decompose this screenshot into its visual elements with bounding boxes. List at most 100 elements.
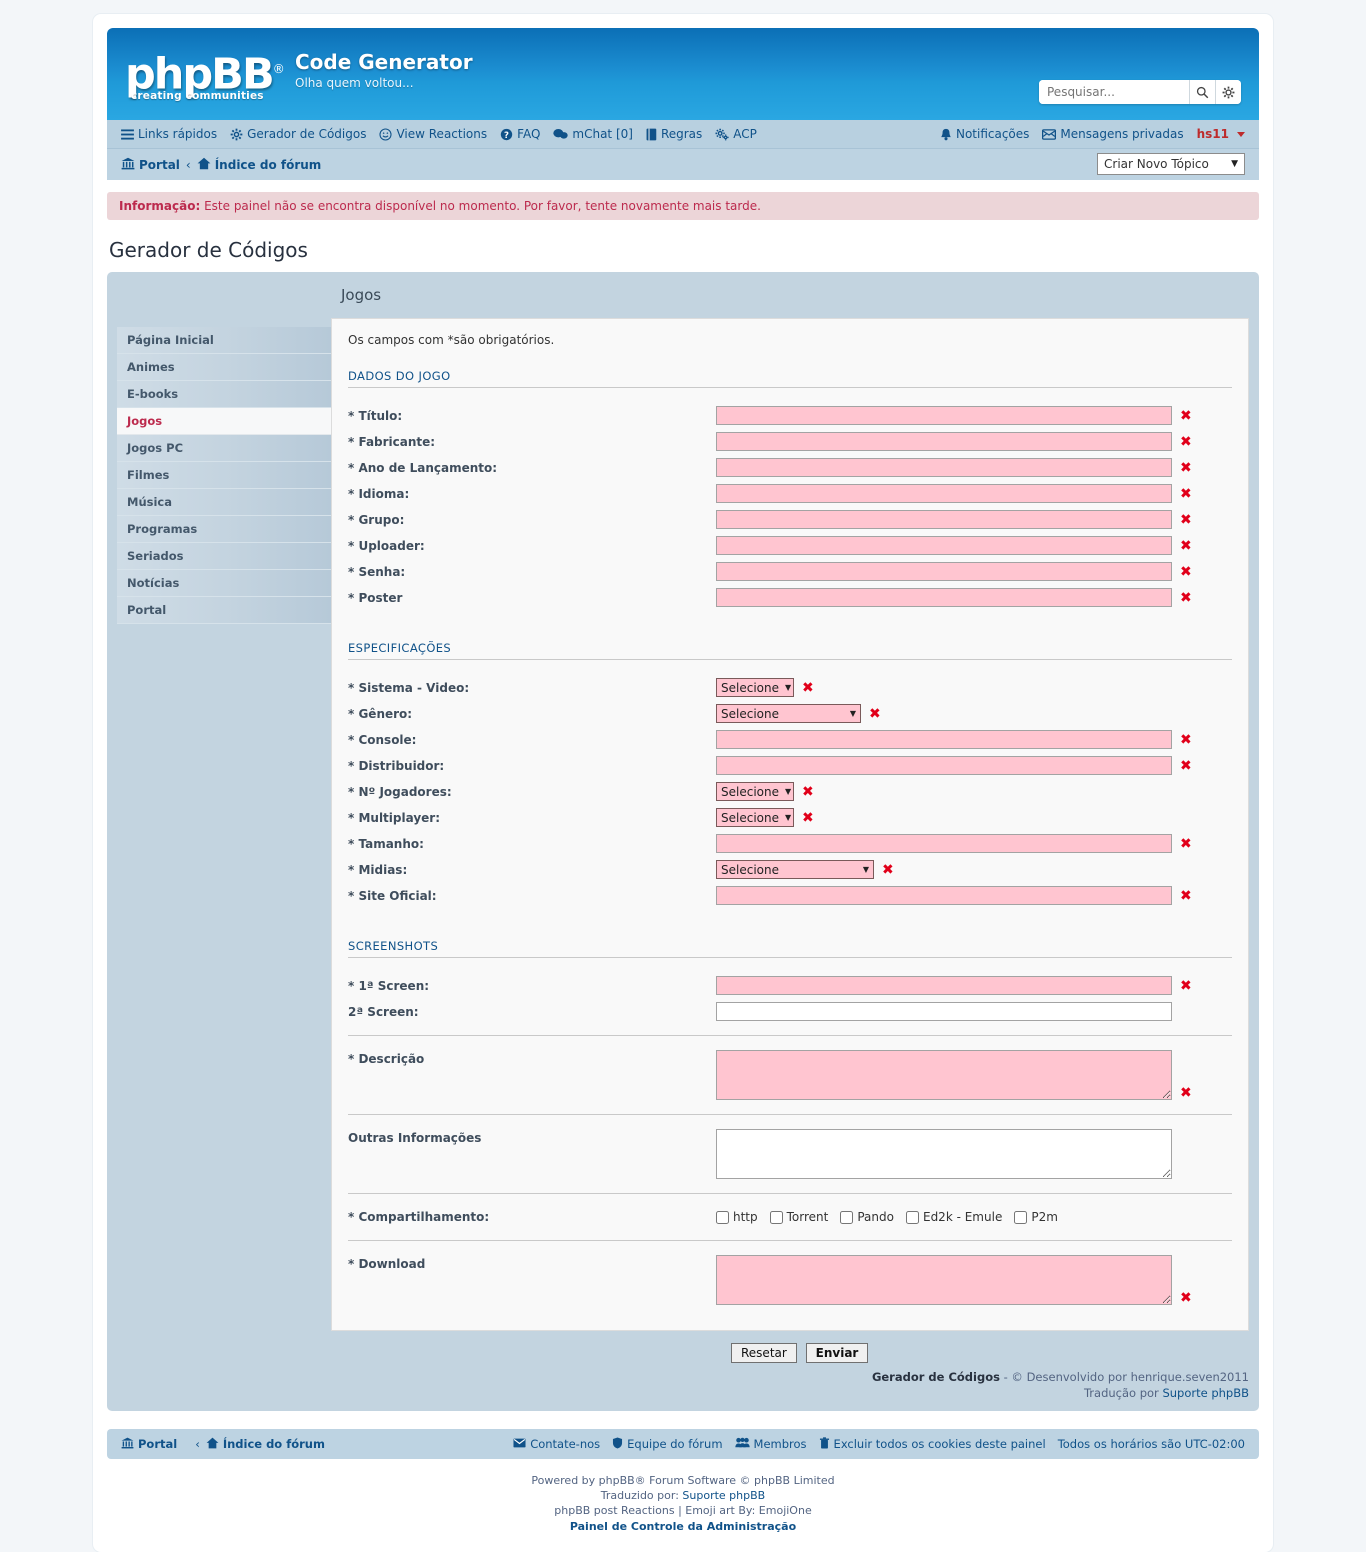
create-new-topic-select[interactable]: Criar Novo Tópico ▼ xyxy=(1097,153,1245,175)
download-textarea[interactable] xyxy=(716,1255,1172,1305)
poster-input[interactable] xyxy=(716,588,1172,607)
footer-forum-index-link[interactable]: Índice do fórum xyxy=(206,1437,325,1452)
checkbox-option-torrent[interactable]: Torrent xyxy=(769,1210,828,1224)
footer-portal-link[interactable]: Portal xyxy=(121,1437,177,1452)
footer-navbar: Portal ‹ Índice do fórum Contate-nos Equ… xyxy=(107,1429,1259,1459)
checkbox-option-pando[interactable]: Pando xyxy=(840,1210,894,1224)
console-input[interactable] xyxy=(716,730,1172,749)
field-label-download: * Download xyxy=(348,1257,426,1271)
divider xyxy=(348,1193,1232,1194)
screen-2-input[interactable] xyxy=(716,1002,1172,1021)
tamanho-input[interactable] xyxy=(716,834,1172,853)
checkbox-option-http[interactable]: http xyxy=(716,1210,758,1224)
sidebar-item-seriados[interactable]: Seriados xyxy=(117,543,331,570)
pando-checkbox[interactable] xyxy=(840,1210,854,1224)
checkbox-option-ed2k-emule[interactable]: Ed2k - Emule xyxy=(905,1210,1002,1224)
form-actions: Resetar Enviar xyxy=(331,1331,1249,1363)
credit-translation-link[interactable]: Suporte phpBB xyxy=(1162,1386,1249,1400)
field-label-idioma: * Idioma: xyxy=(348,486,410,501)
sidebar-item-jogos[interactable]: Jogos xyxy=(117,408,331,435)
sidebar-item-jogos-pc[interactable]: Jogos PC xyxy=(117,435,331,462)
phpbb-logo[interactable]: phpBB® creating communities xyxy=(125,47,285,103)
sidebar-item-ebooks[interactable]: E-books xyxy=(117,381,331,408)
footer-credits-translation-link[interactable]: Suporte phpBB xyxy=(682,1489,765,1502)
search-options-button[interactable] xyxy=(1215,80,1241,104)
idioma-input[interactable] xyxy=(716,484,1172,503)
sidebar-item-filmes[interactable]: Filmes xyxy=(117,462,331,489)
sidebar-item-pagina-inicial[interactable]: Página Inicial xyxy=(117,327,331,354)
genero-select[interactable]: Selecione ▼ xyxy=(716,704,861,723)
outras-informacoes-textarea[interactable] xyxy=(716,1129,1172,1179)
sidebar-item-portal[interactable]: Portal xyxy=(117,597,331,624)
select-value: Selecione xyxy=(721,810,779,825)
footer-delete-cookies-link[interactable]: Excluir todos os cookies deste painel xyxy=(819,1436,1046,1452)
titulo-input[interactable] xyxy=(716,406,1172,425)
nav-item-faq[interactable]: ? FAQ xyxy=(500,127,540,141)
numero-jogadores-select[interactable]: Selecione ▼ xyxy=(716,782,794,801)
nav-item-notifications[interactable]: Notificações xyxy=(940,127,1029,141)
site-logo-block[interactable]: phpBB® creating communities Code Generat… xyxy=(125,45,473,103)
content-title: Jogos xyxy=(341,286,382,304)
compartilhamento-checkbox-group: http Torrent Pando Ed2k - Emule P2m xyxy=(716,1210,1066,1224)
error-x-icon: ✖ xyxy=(1180,537,1192,554)
nav-label: Mensagens privadas xyxy=(1060,127,1184,141)
field-label-multiplayer: * Multiplayer: xyxy=(348,810,441,825)
form-container: Os campos com *são obrigatórios. DADOS D… xyxy=(331,318,1249,1331)
http-checkbox[interactable] xyxy=(716,1210,729,1224)
checkbox-option-p2m[interactable]: P2m xyxy=(1014,1210,1058,1224)
breadcrumb-portal[interactable]: Portal xyxy=(121,157,180,173)
sistema-video-select[interactable]: Selecione ▼ xyxy=(716,678,794,697)
sidebar-item-animes[interactable]: Animes xyxy=(117,354,331,381)
generator-credit: Gerador de Códigos - © Desenvolvido por … xyxy=(331,1363,1249,1401)
multiplayer-select[interactable]: Selecione ▼ xyxy=(716,808,794,827)
fabricante-input[interactable] xyxy=(716,432,1172,451)
midias-select[interactable]: Selecione ▼ xyxy=(716,860,874,879)
admin-control-panel-link[interactable]: Painel de Controle da Administração xyxy=(107,1519,1259,1534)
footer-contact-link[interactable]: Contate-nos xyxy=(513,1437,600,1451)
field-row-distribuidor: * Distribuidor: ✖ xyxy=(348,756,1232,775)
nav-label: mChat [0] xyxy=(572,127,633,141)
submit-button[interactable]: Enviar xyxy=(805,1343,869,1363)
footer-team-link[interactable]: Equipe do fórum xyxy=(612,1437,723,1452)
footer-link-label: Contate-nos xyxy=(530,1437,601,1451)
distribuidor-input[interactable] xyxy=(716,756,1172,775)
field-row-compartilhamento: * Compartilhamento: http Torrent Pando E… xyxy=(348,1208,1232,1226)
nav-item-code-generator[interactable]: Gerador de Códigos xyxy=(230,127,366,141)
footer-credits: Powered by phpBB® Forum Software © phpBB… xyxy=(107,1473,1259,1534)
nav-item-acp[interactable]: ACP xyxy=(715,127,757,141)
error-x-icon: ✖ xyxy=(1180,459,1192,476)
senha-input[interactable] xyxy=(716,562,1172,581)
site-oficial-input[interactable] xyxy=(716,886,1172,905)
bank-icon xyxy=(121,157,135,173)
nav-item-rules[interactable]: Regras xyxy=(646,127,702,141)
nav-item-mchat[interactable]: mChat [0] xyxy=(553,127,633,141)
field-label-poster: * Poster xyxy=(348,590,403,605)
descricao-textarea[interactable] xyxy=(716,1050,1172,1100)
header-search[interactable] xyxy=(1039,80,1241,104)
field-row-sistema-video: * Sistema - Video: Selecione ▼ ✖ xyxy=(348,678,1232,697)
grupo-input[interactable] xyxy=(716,510,1172,529)
field-row-descricao: * Descrição ✖ xyxy=(348,1050,1232,1100)
nav-item-view-reactions[interactable]: View Reactions xyxy=(379,127,487,141)
sidebar-item-musica[interactable]: Música xyxy=(117,489,331,516)
nav-item-quick-links[interactable]: Links rápidos xyxy=(121,127,217,141)
book-icon xyxy=(646,128,657,141)
breadcrumb-forum-index[interactable]: Índice do fórum xyxy=(197,157,321,173)
search-submit-button[interactable] xyxy=(1189,80,1215,104)
p2m-checkbox[interactable] xyxy=(1014,1210,1028,1224)
ano-lancamento-input[interactable] xyxy=(716,458,1172,477)
uploader-input[interactable] xyxy=(716,536,1172,555)
nav-item-private-messages[interactable]: Mensagens privadas xyxy=(1042,127,1184,141)
sidebar-item-programas[interactable]: Programas xyxy=(117,516,331,543)
bell-icon xyxy=(940,128,952,141)
error-x-icon: ✖ xyxy=(1180,757,1192,774)
sidebar-item-noticias[interactable]: Notícias xyxy=(117,570,331,597)
nav-item-user-menu[interactable]: hs11 xyxy=(1197,127,1245,141)
search-input[interactable] xyxy=(1039,80,1189,104)
ed2k-emule-checkbox[interactable] xyxy=(905,1210,919,1224)
torrent-checkbox[interactable] xyxy=(769,1210,783,1224)
footer-members-link[interactable]: Membros xyxy=(734,1437,807,1451)
screen-1-input[interactable] xyxy=(716,976,1172,995)
reset-button[interactable]: Resetar xyxy=(731,1343,797,1363)
site-description: Olha quem voltou... xyxy=(295,76,414,90)
